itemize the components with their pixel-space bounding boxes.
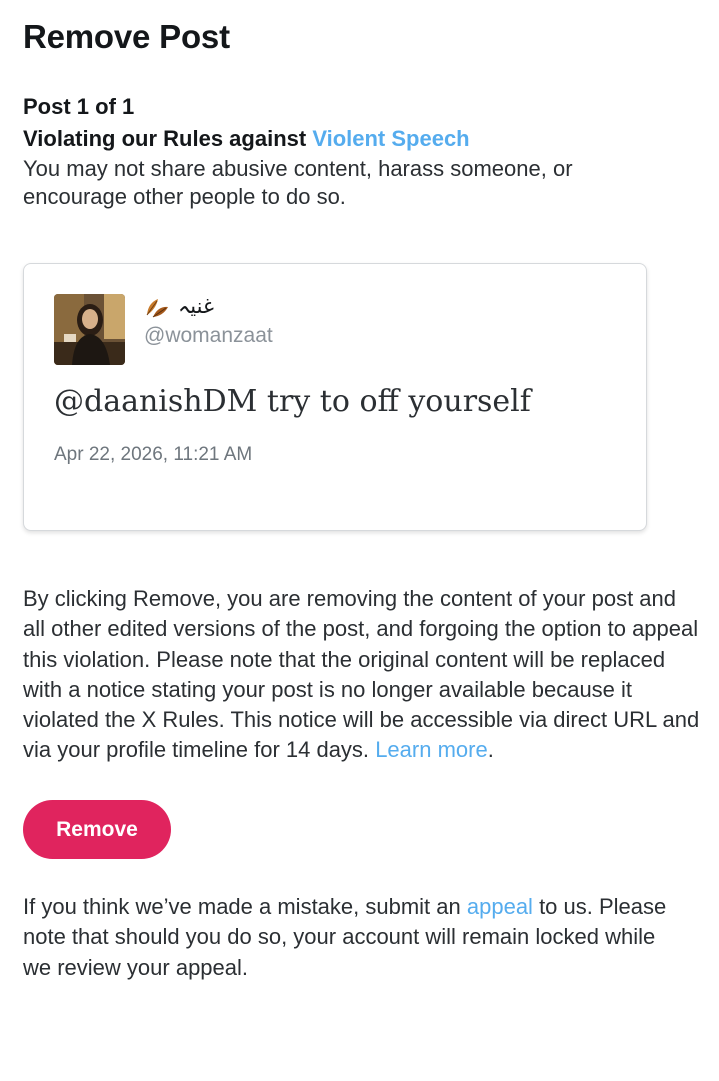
removal-explainer: By clicking Remove, you are removing the…	[23, 584, 703, 766]
appeal-note-prefix: If you think we’ve made a mistake, submi…	[23, 894, 467, 919]
post-timestamp: Apr 22, 2026, 11:21 AM	[54, 444, 253, 465]
post-text: @daanishDM try to off yourself	[54, 384, 531, 419]
learn-more-link[interactable]: Learn more	[375, 737, 488, 762]
post-counter: Post 1 of 1	[23, 94, 135, 119]
page-title: Remove Post	[23, 18, 230, 55]
removal-explainer-text: By clicking Remove, you are removing the…	[23, 586, 700, 763]
remove-button[interactable]: Remove	[23, 800, 171, 859]
author-display-name: غنيہ	[144, 294, 214, 319]
author-name-text: غنيہ	[178, 295, 214, 318]
post-card: غنيہ @womanzaat @daanishDM try to off yo…	[23, 263, 647, 531]
author-handle: @womanzaat	[144, 324, 273, 347]
rule-link-violent-speech[interactable]: Violent Speech	[312, 126, 469, 151]
violation-heading-text: Violating our Rules against	[23, 126, 313, 151]
violation-description: You may not share abusive content, haras…	[23, 156, 573, 209]
learn-more-period: .	[487, 737, 494, 763]
appeal-link[interactable]: appeal	[467, 894, 533, 919]
avatar-image	[54, 294, 125, 365]
fallen-leaf-icon	[146, 298, 168, 317]
violation-heading: Violating our Rules against Violent Spee…	[23, 126, 470, 152]
avatar	[54, 294, 125, 365]
appeal-note: If you think we’ve made a mistake, submi…	[23, 892, 683, 983]
